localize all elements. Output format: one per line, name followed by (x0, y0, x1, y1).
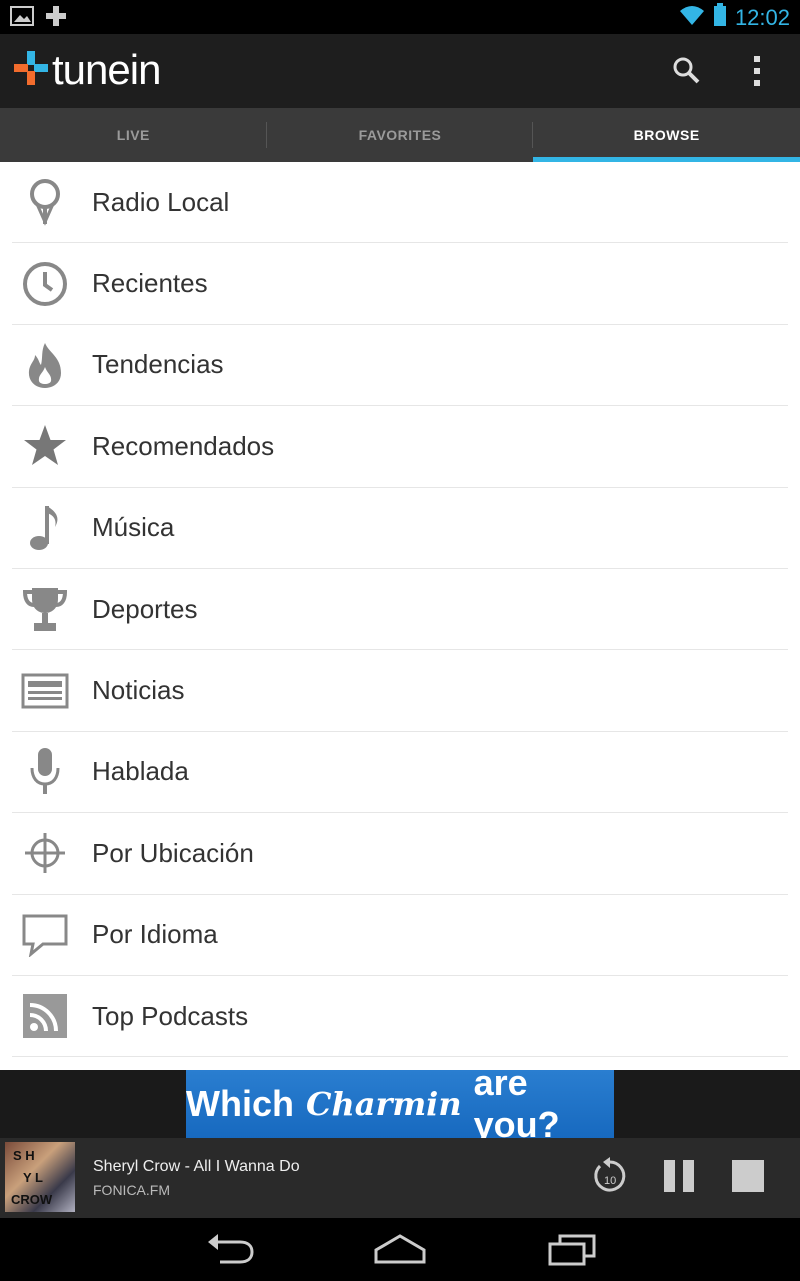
ad-brand: Charmin (305, 1085, 462, 1123)
tab-label: FAVORITES (358, 127, 442, 143)
speech-bubble-icon (16, 906, 74, 964)
browse-list: Radio Local Recientes Tendencias Recomen… (0, 162, 800, 1070)
clock-icon (16, 255, 74, 313)
tab-browse[interactable]: BROWSE (533, 108, 800, 162)
stop-icon (732, 1160, 764, 1192)
action-bar: tunein (0, 34, 800, 108)
list-item-label: Por Idioma (92, 919, 218, 950)
ad-text-before: Which (186, 1083, 294, 1124)
recent-apps-button[interactable] (542, 1232, 602, 1268)
ad-banner[interactable]: Which Charmin are you? (186, 1062, 614, 1145)
tab-label: BROWSE (633, 127, 700, 143)
list-item-recomendados[interactable]: Recomendados (12, 406, 788, 488)
rss-icon (16, 987, 74, 1045)
tab-favorites[interactable]: FAVORITES (267, 108, 534, 162)
tab-live[interactable]: LIVE (0, 108, 267, 162)
system-navigation-bar (0, 1218, 800, 1281)
list-item-top-podcasts[interactable]: Top Podcasts (12, 976, 788, 1058)
tab-label: LIVE (116, 127, 150, 143)
list-item-label: Top Podcasts (92, 1000, 249, 1031)
album-art-letter: S H (13, 1148, 35, 1163)
now-playing-bar[interactable]: S H Y L CROW Sheryl Crow - All I Wanna D… (0, 1138, 800, 1218)
newspaper-icon (16, 662, 74, 720)
clock-time: 12:02 (734, 4, 790, 30)
wifi-icon (679, 4, 705, 31)
album-art-letter: CROW (11, 1192, 53, 1207)
list-item-label: Recientes (92, 268, 208, 299)
home-button[interactable] (370, 1232, 430, 1268)
tunein-plus-icon (14, 50, 48, 90)
list-item-label: Por Ubicación (92, 837, 254, 868)
list-item-hablada[interactable]: Hablada (12, 732, 788, 814)
album-art[interactable]: S H Y L CROW (5, 1142, 75, 1212)
list-item-musica[interactable]: Música (12, 488, 788, 569)
list-item-radio-local[interactable]: Radio Local (12, 162, 788, 244)
music-note-icon (16, 499, 74, 557)
tab-bar: LIVE FAVORITES BROWSE (0, 108, 800, 162)
map-pin-icon (16, 173, 74, 231)
list-item-deportes[interactable]: Deportes (12, 569, 788, 651)
back-icon (208, 1234, 254, 1264)
stop-button[interactable] (728, 1156, 768, 1196)
game-notification-icon (44, 4, 68, 33)
list-item-por-ubicacion[interactable]: Por Ubicación (12, 813, 788, 895)
rewind-icon: 10 (594, 1157, 626, 1192)
logo-text: tunein (52, 46, 161, 93)
list-item-label: Música (92, 512, 175, 543)
track-title: Sheryl Crow - All I Wanna Do (93, 1158, 300, 1175)
list-item-label: Radio Local (92, 186, 230, 217)
rewind-10-button[interactable]: 10 (590, 1156, 630, 1196)
overflow-menu-button[interactable] (740, 52, 774, 90)
list-item-label: Noticias (92, 675, 185, 706)
search-button[interactable] (670, 54, 704, 88)
list-item-label: Hablada (92, 756, 189, 787)
list-item-label: Deportes (92, 593, 198, 624)
ad-text-after: are you? (473, 1062, 560, 1145)
ad-bar: Which Charmin are you? (0, 1062, 800, 1145)
trophy-icon (16, 580, 74, 638)
crosshair-icon (16, 824, 74, 882)
star-icon (16, 417, 74, 475)
gallery-notification-icon (10, 4, 34, 33)
battery-icon (713, 3, 727, 32)
list-item-recientes[interactable]: Recientes (12, 243, 788, 325)
tunein-logo: tunein (14, 46, 161, 93)
list-item-noticias[interactable]: Noticias (12, 650, 788, 732)
album-art-letter: Y L (23, 1170, 43, 1185)
list-item-por-idioma[interactable]: Por Idioma (12, 895, 788, 976)
list-item-tendencias[interactable]: Tendencias (12, 325, 788, 407)
search-icon (673, 57, 700, 84)
overflow-dots-icon (754, 56, 760, 86)
back-button[interactable] (200, 1232, 260, 1268)
list-item-label: Tendencias (92, 349, 224, 380)
pause-icon (664, 1160, 694, 1192)
rewind-seconds: 10 (604, 1175, 616, 1187)
station-name: FONICA.FM (93, 1182, 170, 1198)
list-item-label: Recomendados (92, 430, 275, 461)
flame-icon (16, 336, 74, 394)
home-icon (374, 1234, 426, 1264)
microphone-icon (16, 743, 74, 801)
status-bar: 12:02 (0, 0, 800, 34)
pause-button[interactable] (660, 1156, 700, 1196)
recent-apps-icon (548, 1234, 596, 1266)
